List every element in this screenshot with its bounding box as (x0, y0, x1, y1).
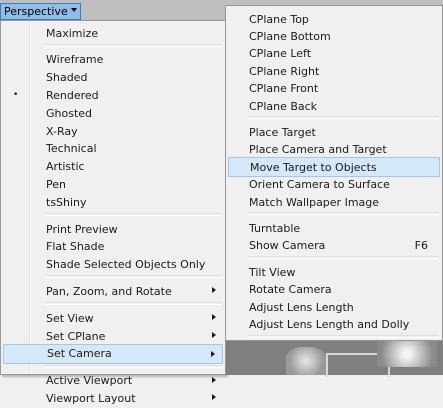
menu-item-maximize[interactable]: Maximize (3, 23, 223, 43)
viewport-title-tab[interactable]: Perspective (0, 3, 81, 20)
menu-item-label: Viewport Layout (46, 391, 136, 405)
viewport-context-menu: Maximize Wireframe Shaded • Rendered Ghosted X… (0, 20, 226, 405)
camera-menu-item-label: Rotate Camera (249, 283, 332, 297)
menu-item-label: Wireframe (46, 53, 104, 67)
camera-menu-item-show-camera[interactable]: Show Camera F6 (228, 236, 440, 256)
camera-menu-item-label: CPlane Front (249, 82, 319, 96)
menu-item-label: Pan, Zoom, and Rotate (46, 284, 172, 298)
menu-item-set-camera[interactable]: Set Camera (3, 343, 223, 364)
menu-item-label: Rendered (46, 88, 99, 102)
camera-menu-item-label: Place Target (249, 125, 316, 139)
camera-menu-item-adjust-lens-length-and-dolly[interactable]: Adjust Lens Length and Dolly (228, 314, 440, 334)
set-camera-submenu: CPlane Top CPlane Bottom CPlane Left CPlane… (225, 5, 443, 357)
chevron-right-icon (212, 376, 216, 383)
render-tree-right (377, 341, 437, 367)
menu-separator (248, 256, 439, 260)
menu-item-label: Maximize (46, 26, 99, 40)
menu-separator (45, 275, 222, 279)
camera-menu-item-label: CPlane Right (249, 64, 320, 78)
menu-item-label: Print Preview (46, 222, 118, 236)
menu-item-label: Flat Shade (46, 240, 105, 254)
menu-item-label: Technical (46, 142, 97, 156)
menu-item-label: Ghosted (46, 106, 93, 120)
camera-menu-item-label: Match Wallpaper Image (249, 195, 380, 209)
camera-menu-item-label: Turntable (249, 221, 301, 235)
menu-separator (45, 213, 222, 216)
camera-menu-item-label: CPlane Bottom (249, 29, 331, 43)
menu-item-label: tsShiny (46, 195, 87, 209)
menu-item-label: Shaded (46, 71, 88, 85)
chevron-right-icon (211, 350, 215, 357)
camera-menu-item-label: Tilt View (249, 265, 296, 279)
menu-item-tsshiny[interactable]: tsShiny (3, 192, 223, 212)
camera-menu-item-label: Move Target to Objects (250, 160, 377, 174)
menu-separator (45, 302, 222, 306)
camera-menu-item-label: CPlane Left (249, 47, 312, 61)
chevron-right-icon (212, 394, 216, 401)
menu-item-label: Active Viewport (46, 374, 133, 388)
menu-item-viewport-layout[interactable]: Viewport Layout (3, 388, 223, 408)
viewport-title: Perspective (4, 5, 68, 18)
menu-separator (248, 116, 439, 120)
camera-menu-item-label: Adjust Lens Length (249, 300, 354, 314)
shortcut-label: F6 (414, 239, 428, 253)
menu-separator (45, 364, 222, 368)
checked-bullet-icon: • (13, 90, 19, 101)
camera-menu-item-label: CPlane Top (249, 12, 309, 26)
menu-item-pan-zoom-and-rotate[interactable]: Pan, Zoom, and Rotate (3, 281, 223, 301)
camera-menu-item-label: Show Camera (249, 239, 326, 253)
chevron-right-icon (212, 314, 216, 321)
camera-menu-item-label: CPlane Back (249, 99, 318, 113)
render-tree (286, 347, 326, 375)
menu-item-label: Pen (46, 177, 66, 191)
camera-menu-item-match-wallpaper-image[interactable]: Match Wallpaper Image (228, 192, 440, 212)
camera-menu-item-label: Adjust Lens Length and Dolly (249, 317, 410, 331)
chevron-right-icon (212, 332, 216, 338)
caret-down-icon (70, 7, 77, 12)
menu-item-label: Set View (46, 311, 94, 325)
menu-item-label: Set CPlane (46, 329, 106, 343)
camera-menu-item-label: Place Camera and Target (249, 143, 387, 157)
chevron-right-icon (212, 287, 216, 294)
menu-item-label: Shade Selected Objects Only (46, 258, 206, 272)
menu-separator (248, 334, 439, 338)
camera-menu-item-cplane-back[interactable]: CPlane Back (228, 96, 440, 116)
menu-item-label: X-Ray (46, 124, 78, 138)
menu-separator (248, 212, 439, 216)
camera-menu-item-label: Orient Camera to Surface (249, 178, 390, 192)
menu-item-shade-selected-objects-only[interactable]: Shade Selected Objects Only (3, 255, 223, 275)
menu-item-label: Set Camera (47, 347, 112, 361)
menu-item-label: Artistic (46, 160, 85, 174)
viewport-render-image (226, 341, 443, 377)
menu-separator (45, 43, 222, 47)
